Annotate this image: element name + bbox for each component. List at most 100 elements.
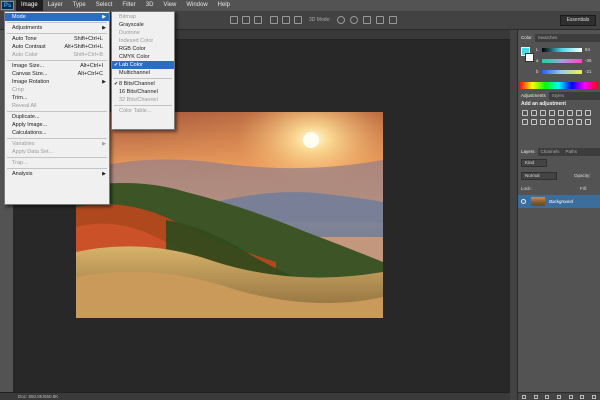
workspace-switcher[interactable]: Essentials	[560, 15, 596, 26]
levels-icon[interactable]	[531, 110, 537, 116]
menu-separator	[7, 168, 107, 169]
slider-a[interactable]: a -36	[536, 58, 592, 64]
menu-item-label: Bitmap	[119, 14, 137, 20]
invert-icon[interactable]	[549, 119, 555, 125]
posterize-icon[interactable]	[558, 119, 564, 125]
black-white-icon[interactable]	[585, 110, 591, 116]
distribute-middle-icon[interactable]	[282, 16, 290, 24]
menu-separator	[114, 105, 172, 106]
layer-mask-icon[interactable]	[545, 394, 550, 399]
distribute-top-icon[interactable]	[270, 16, 278, 24]
menu-item-multichannel[interactable]: Multichannel	[112, 69, 174, 77]
roll-3d-icon[interactable]	[350, 16, 358, 24]
adjustment-layer-icon[interactable]	[556, 394, 561, 399]
align-center-icon[interactable]	[242, 16, 250, 24]
menu-type[interactable]: Type	[68, 0, 91, 11]
tab-channels[interactable]: Channels	[538, 148, 563, 156]
tab-styles[interactable]: Styles	[549, 92, 567, 100]
menu-item-label: 8 Bits/Channel	[119, 81, 155, 87]
slider-b[interactable]: b -21	[536, 69, 592, 75]
brightness-contrast-icon[interactable]	[522, 110, 528, 116]
menu-help[interactable]: Help	[213, 0, 235, 11]
threshold-icon[interactable]	[567, 119, 573, 125]
blend-mode-select[interactable]: Normal	[521, 172, 557, 180]
tab-adjustments[interactable]: Adjustments	[518, 92, 549, 100]
menu-item-mode[interactable]: Mode ▶	[5, 13, 109, 21]
drag-3d-icon[interactable]	[363, 16, 371, 24]
document-image[interactable]	[76, 112, 383, 318]
menu-item-auto-tone[interactable]: Auto Tone Shift+Ctrl+L	[5, 35, 109, 43]
3d-mode-label: 3D Mode:	[309, 17, 331, 23]
menu-view[interactable]: View	[158, 0, 181, 11]
menu-3d[interactable]: 3D	[141, 0, 159, 11]
menu-item-calculations[interactable]: Calculations...	[5, 129, 109, 137]
menu-separator	[7, 60, 107, 61]
slide-3d-icon[interactable]	[376, 16, 384, 24]
menu-item-cmyk-color[interactable]: CMYK Color	[112, 53, 174, 61]
menu-item-image-size[interactable]: Image Size... Alt+Ctrl+I	[5, 62, 109, 70]
background-color-swatch[interactable]	[525, 53, 534, 62]
menu-item-label: Variables	[12, 141, 35, 147]
menu-item-apply-image[interactable]: Apply Image...	[5, 121, 109, 129]
menu-separator	[7, 111, 107, 112]
menu-item-label: Auto Contrast	[12, 44, 46, 50]
tab-swatches[interactable]: Swatches	[535, 34, 561, 42]
collapsed-panel-strip[interactable]	[510, 30, 518, 400]
mode-submenu: Bitmap Grayscale Duotone Indexed Color RGB C…	[111, 11, 175, 130]
menu-item-duplicate[interactable]: Duplicate...	[5, 113, 109, 121]
menu-image[interactable]: Image	[16, 0, 43, 11]
selective-color-icon[interactable]	[585, 119, 591, 125]
menu-window[interactable]: Window	[181, 0, 212, 11]
menu-item-16-bits-channel[interactable]: 16 Bits/Channel	[112, 88, 174, 96]
align-right-icon[interactable]	[254, 16, 262, 24]
menu-item-rgb-color[interactable]: RGB Color	[112, 45, 174, 53]
menu-item-shortcut: Shift+Ctrl+L	[73, 36, 103, 42]
menu-item-lab-color[interactable]: ✔ Lab Color	[112, 61, 174, 69]
menu-item-image-rotation[interactable]: Image Rotation ▶	[5, 78, 109, 86]
menu-item-trim[interactable]: Trim...	[5, 94, 109, 102]
submenu-arrow-icon: ▶	[102, 171, 106, 177]
menu-bar: Ps Image Layer Type Select Filter 3D Vie…	[0, 0, 600, 11]
menu-layer[interactable]: Layer	[43, 0, 68, 11]
distribute-bottom-icon[interactable]	[294, 16, 302, 24]
trash-icon[interactable]	[592, 394, 597, 399]
menu-item-analysis[interactable]: Analysis ▶	[5, 170, 109, 178]
rotate-3d-icon[interactable]	[337, 16, 345, 24]
new-layer-icon[interactable]	[580, 394, 585, 399]
photo-filter-icon[interactable]	[522, 119, 528, 125]
menu-item-label: Multichannel	[119, 70, 150, 76]
new-group-icon[interactable]	[568, 394, 573, 399]
color-spectrum-ramp[interactable]	[519, 82, 598, 89]
layer-style-icon[interactable]	[533, 394, 538, 399]
vibrance-icon[interactable]	[558, 110, 564, 116]
tab-color[interactable]: Color	[518, 34, 535, 42]
exposure-icon[interactable]	[549, 110, 555, 116]
menu-separator	[7, 157, 107, 158]
menu-select[interactable]: Select	[91, 0, 118, 11]
menu-filter[interactable]: Filter	[117, 0, 140, 11]
menu-item-label: Auto Tone	[12, 36, 37, 42]
menu-item-grayscale[interactable]: Grayscale	[112, 21, 174, 29]
tab-layers[interactable]: Layers	[518, 148, 538, 156]
color-balance-icon[interactable]	[576, 110, 582, 116]
tab-paths[interactable]: Paths	[563, 148, 581, 156]
layer-row-background[interactable]: Background	[518, 195, 600, 208]
menu-item-auto-contrast[interactable]: Auto Contrast Alt+Shift+Ctrl+L	[5, 43, 109, 51]
menu-item-canvas-size[interactable]: Canvas Size... Alt+Ctrl+C	[5, 70, 109, 78]
status-bar: Doc: 650.8K/650.8K	[0, 392, 510, 400]
menu-item-8-bits-channel[interactable]: ✔ 8 Bits/Channel	[112, 80, 174, 88]
scale-3d-icon[interactable]	[389, 16, 397, 24]
menu-separator	[7, 33, 107, 34]
channel-mixer-icon[interactable]	[531, 119, 537, 125]
slider-l[interactable]: L 84	[536, 47, 591, 53]
menu-item-adjustments[interactable]: Adjustments ▶	[5, 24, 109, 32]
hue-saturation-icon[interactable]	[567, 110, 573, 116]
link-layers-icon[interactable]	[521, 394, 526, 399]
gradient-map-icon[interactable]	[576, 119, 582, 125]
curves-icon[interactable]	[540, 110, 546, 116]
color-lookup-icon[interactable]	[540, 119, 546, 125]
layer-filter-kind[interactable]: Kind	[521, 159, 547, 167]
menu-item-label: Grayscale	[119, 22, 144, 28]
visibility-eye-icon[interactable]	[521, 199, 526, 204]
align-left-icon[interactable]	[230, 16, 238, 24]
